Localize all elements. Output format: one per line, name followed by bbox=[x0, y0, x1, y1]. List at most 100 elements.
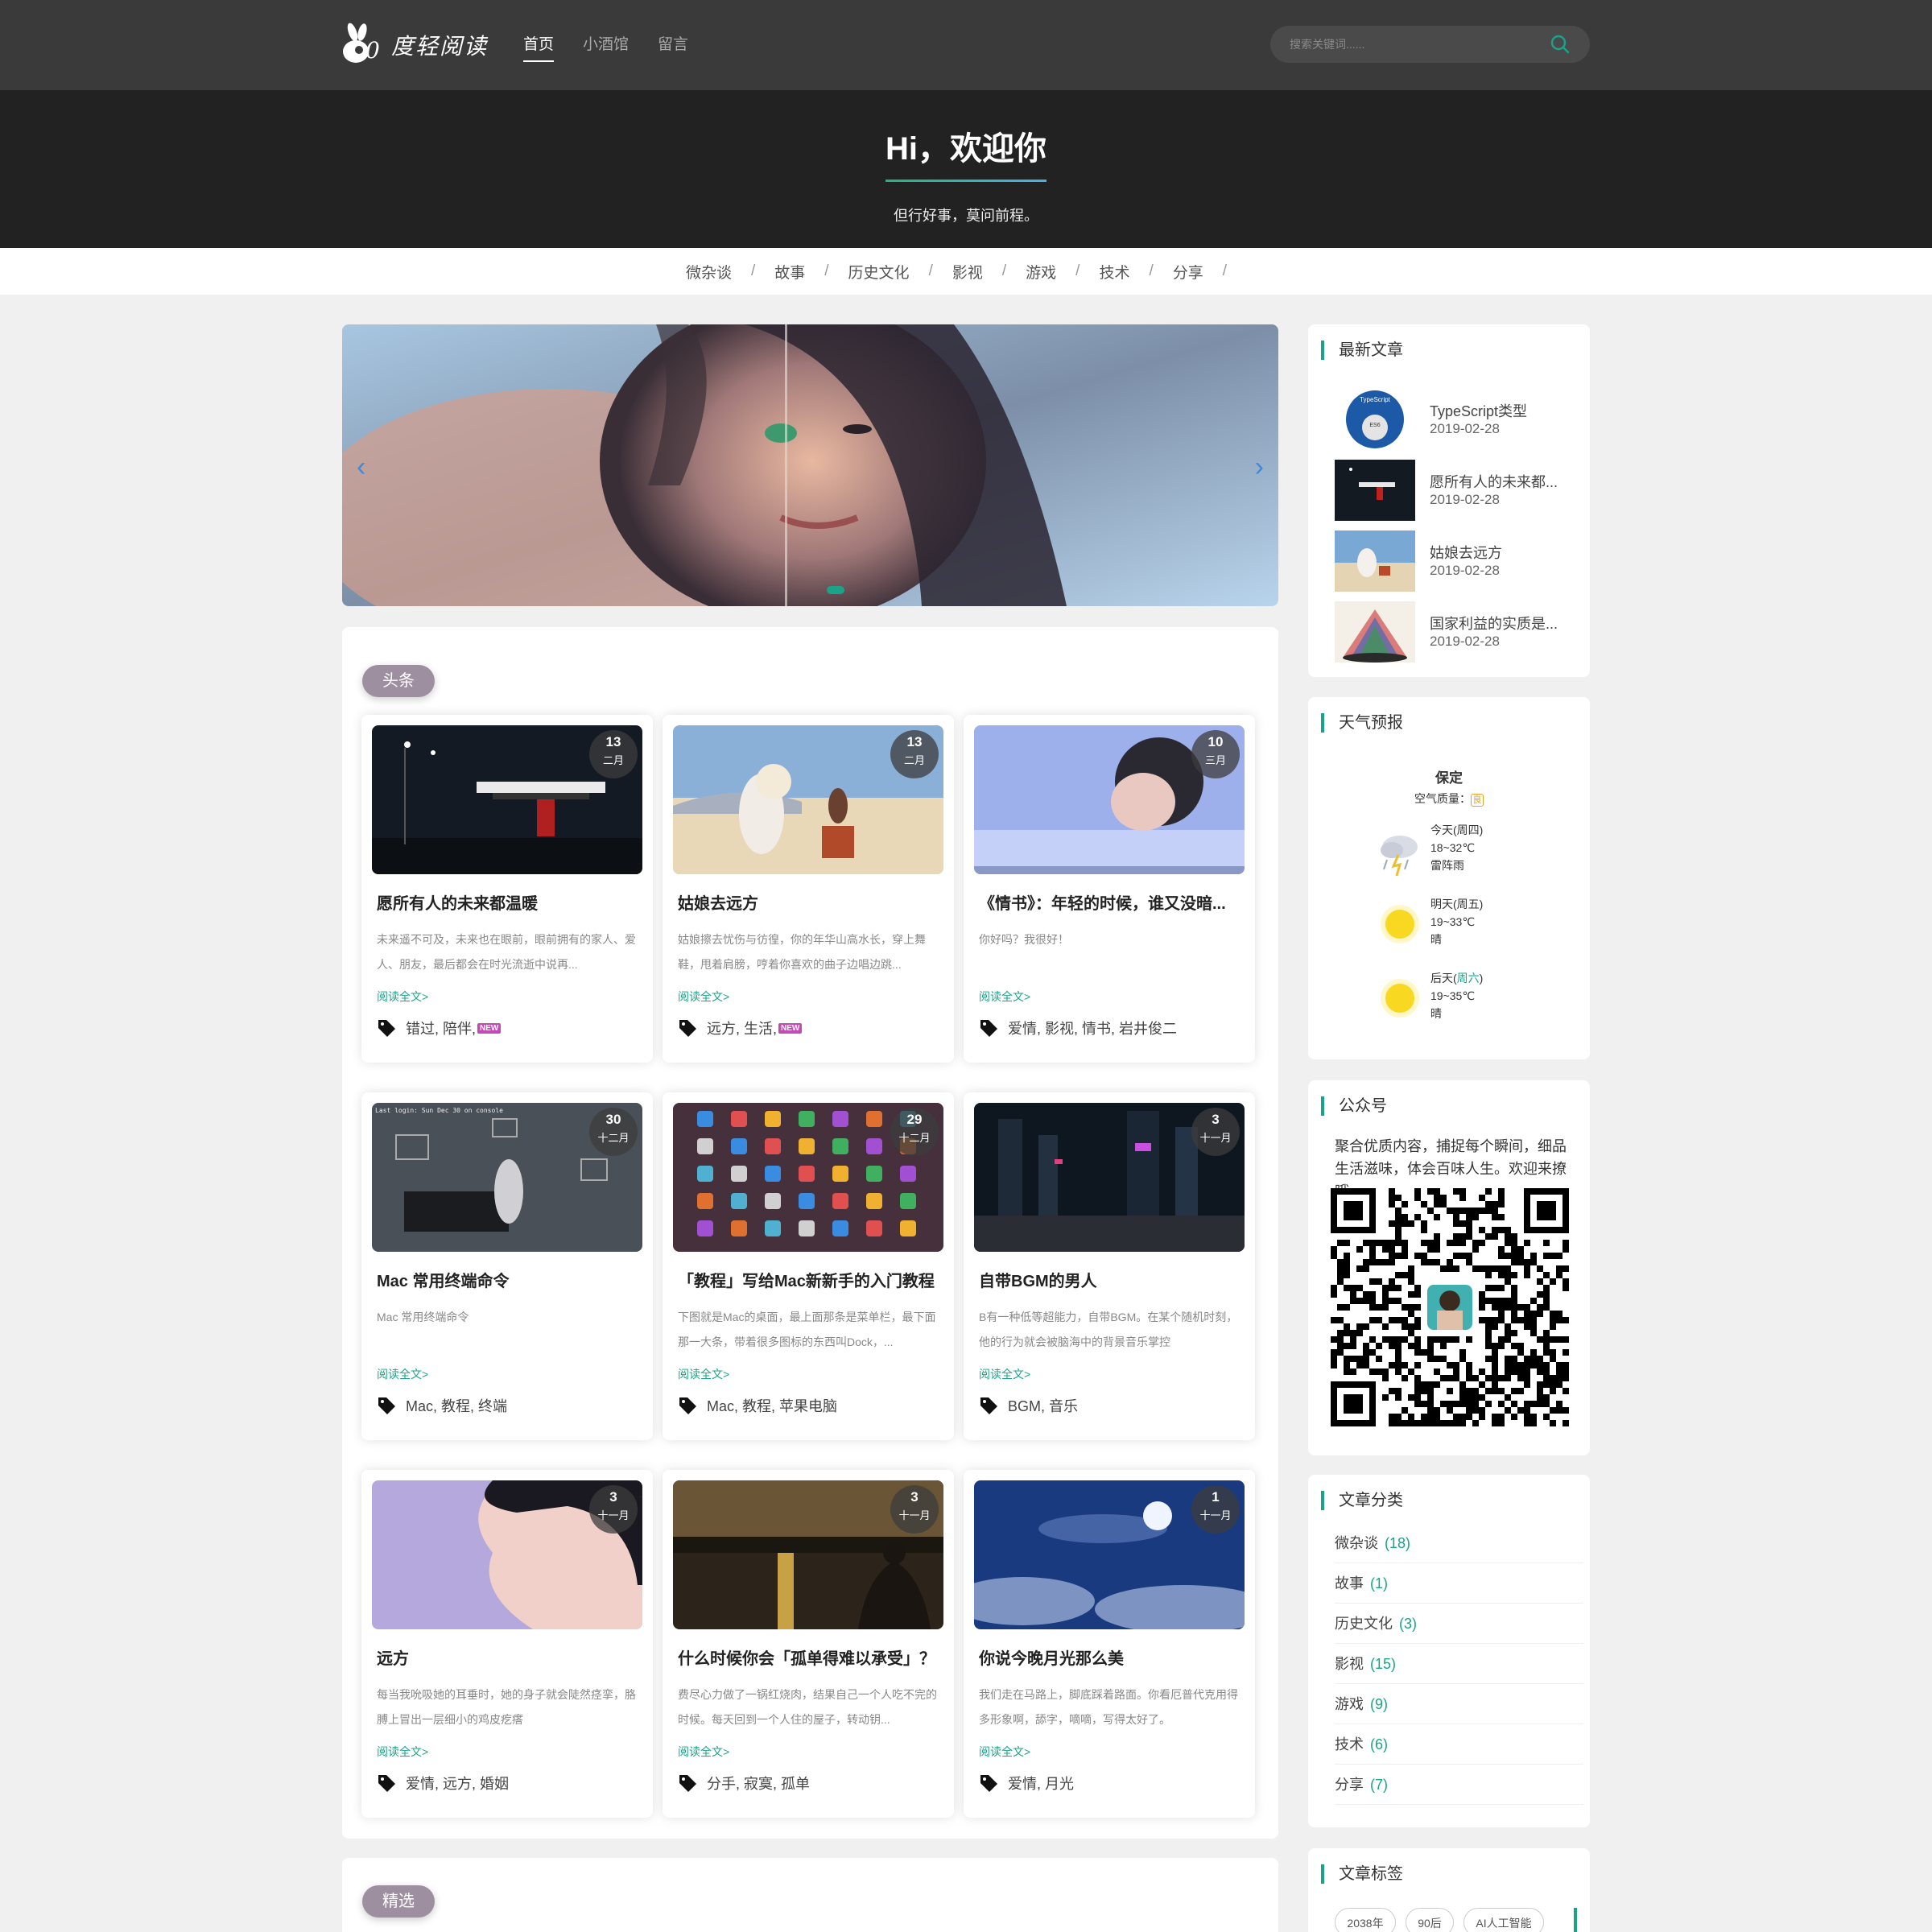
carousel-next-arrow[interactable]: › bbox=[1255, 452, 1264, 483]
article-tag-list[interactable]: 错过, 陪伴, bbox=[406, 1018, 476, 1038]
search-icon[interactable] bbox=[1550, 34, 1571, 55]
read-more-link[interactable]: 阅读全文> bbox=[979, 1744, 1030, 1760]
article-title[interactable]: 「教程」写给Mac新新手的入门教程 bbox=[678, 1268, 939, 1291]
date-badge: 3 十一月 bbox=[890, 1485, 939, 1534]
article-card[interactable]: 3 十一月 什么时候你会「孤单得难以承受」？ 费尽心力做了一锅红烧肉，结果自己一个人吃… bbox=[663, 1470, 954, 1818]
article-title[interactable]: 你说今晚月光那么美 bbox=[979, 1645, 1240, 1669]
category-count-item[interactable]: 故事 (1) bbox=[1335, 1563, 1583, 1604]
article-card[interactable]: 3 十一月自带BGM的男人 B有一种低等超能力，自带BGM。在某个随机时刻，他的行为… bbox=[964, 1092, 1255, 1440]
tags-widget: 文章标签 2038年 90后 AI人工智能 bbox=[1308, 1848, 1590, 1932]
article-card[interactable]: 13 二月 愿所有人的未来都温暖 未来遥不可及，未来也在眼前，眼前拥有的家人、爱人、朋… bbox=[361, 715, 653, 1063]
logo-text: 度轻阅读 bbox=[391, 33, 489, 60]
article-thumbnail[interactable]: 10 三月 bbox=[974, 725, 1245, 874]
article-thumbnail[interactable]: 13 二月 bbox=[673, 725, 943, 874]
category-count-item[interactable]: 游戏 (9) bbox=[1335, 1684, 1583, 1724]
article-title[interactable]: 什么时候你会「孤单得难以承受」？ bbox=[678, 1645, 939, 1669]
recent-item[interactable]: TypeScript ES6 TypeScript类型 2019-02-28 bbox=[1335, 389, 1576, 450]
article-title[interactable]: 远方 bbox=[377, 1645, 638, 1669]
tags-scrollbar[interactable] bbox=[1574, 1908, 1577, 1932]
date-badge: 29 十二月 bbox=[890, 1108, 939, 1156]
read-more-link[interactable]: 阅读全文> bbox=[979, 1366, 1030, 1382]
category-link[interactable]: 影视 bbox=[952, 261, 983, 283]
svg-text:Last login: Sun Dec 30 on cons: Last login: Sun Dec 30 on console bbox=[375, 1107, 503, 1114]
article-card[interactable]: 10 三月 《情书》：年轻的时候，谁又没暗... 你好吗？我很好！ 阅读全文> 爱情, 影… bbox=[964, 715, 1255, 1063]
banner-carousel[interactable]: ‹ › bbox=[342, 324, 1278, 606]
category-count-item[interactable]: 影视 (15) bbox=[1335, 1644, 1583, 1684]
article-tag-list[interactable]: Mac, 教程, 终端 bbox=[406, 1395, 507, 1416]
category-link[interactable]: 故事 bbox=[774, 261, 805, 283]
carousel-dot[interactable] bbox=[827, 586, 844, 594]
category-link[interactable]: 游戏 bbox=[1026, 261, 1056, 283]
tag-icon bbox=[679, 1775, 696, 1792]
aqi-badge: 良 bbox=[1471, 794, 1484, 807]
tags-title: 文章标签 bbox=[1321, 1864, 1403, 1884]
site-logo[interactable]: 0 度轻阅读 bbox=[341, 21, 488, 69]
article-title[interactable]: 姑娘去远方 bbox=[678, 890, 939, 914]
nav-tavern[interactable]: 小酒馆 bbox=[583, 32, 629, 62]
category-count-item[interactable]: 分享 (7) bbox=[1335, 1765, 1583, 1805]
category-count-item[interactable]: 技术 (6) bbox=[1335, 1724, 1583, 1765]
recent-item[interactable]: 国家利益的实质是... 2019-02-28 bbox=[1335, 601, 1576, 663]
category-link[interactable]: 分享 bbox=[1173, 261, 1203, 283]
article-tag-list[interactable]: 爱情, 影视, 情书, 岩井俊二 bbox=[1008, 1018, 1177, 1038]
article-thumbnail[interactable]: 1 十一月 bbox=[974, 1480, 1245, 1629]
article-title[interactable]: 《情书》：年轻的时候，谁又没暗... bbox=[979, 890, 1240, 914]
recent-item[interactable]: 愿所有人的未来都... 2019-02-28 bbox=[1335, 460, 1576, 521]
recent-item[interactable]: 姑娘去远方 2019-02-28 bbox=[1335, 530, 1576, 592]
nav-home[interactable]: 首页 bbox=[523, 32, 555, 62]
article-excerpt: B有一种低等超能力，自带BGM。在某个随机时刻，他的行为就会被脑海中的背景音乐掌… bbox=[979, 1311, 1238, 1348]
category-link[interactable]: 技术 bbox=[1099, 261, 1129, 283]
tag-chip[interactable]: AI人工智能 bbox=[1463, 1908, 1544, 1932]
article-card[interactable]: 29 十二月 「教程」写给Mac新新手的入门教程 下图就是Mac的桌面，最上面那条是菜… bbox=[663, 1092, 954, 1440]
category-count: (3) bbox=[1399, 1616, 1417, 1632]
tag-chip[interactable]: 90后 bbox=[1406, 1908, 1454, 1932]
article-tags: 分手, 寂寞, 孤单 bbox=[678, 1773, 810, 1794]
read-more-link[interactable]: 阅读全文> bbox=[678, 1366, 729, 1382]
nav-message[interactable]: 留言 bbox=[658, 32, 688, 62]
article-title[interactable]: 愿所有人的未来都温暖 bbox=[377, 890, 638, 914]
article-card[interactable]: 1 十一月 你说今晚月光那么美 我们走在马路上，脚底踩着路面。你看厄普代克用得多形象啊… bbox=[964, 1470, 1255, 1818]
recent-thumb bbox=[1335, 601, 1415, 663]
category-link[interactable]: 历史文化 bbox=[848, 261, 910, 283]
carousel-prev-arrow[interactable]: ‹ bbox=[357, 452, 365, 483]
article-thumbnail[interactable]: Last login: Sun Dec 30 on console 30 十二月 bbox=[372, 1103, 642, 1252]
category-separator: / bbox=[1075, 262, 1080, 279]
article-thumbnail[interactable]: 3 十一月 bbox=[372, 1480, 642, 1629]
read-more-link[interactable]: 阅读全文> bbox=[377, 1366, 428, 1382]
article-card[interactable]: 3 十一月 远方 每当我吮吸她的耳垂时，她的身子就会陡然痉挛，胳膊上冒出一层细小的鸡皮… bbox=[361, 1470, 653, 1818]
article-tag-list[interactable]: 远方, 生活, bbox=[707, 1018, 777, 1038]
read-more-link[interactable]: 阅读全文> bbox=[979, 989, 1030, 1005]
forecast-label-suffix: ) bbox=[1479, 972, 1484, 985]
read-more-link[interactable]: 阅读全文> bbox=[678, 1744, 729, 1760]
article-thumbnail[interactable]: 13 二月 bbox=[372, 725, 642, 874]
article-tag-list[interactable]: Mac, 教程, 苹果电脑 bbox=[707, 1395, 837, 1416]
search-input[interactable] bbox=[1290, 38, 1550, 51]
category-count-item[interactable]: 微杂谈 (18) bbox=[1335, 1523, 1583, 1563]
tag-chip[interactable]: 2038年 bbox=[1335, 1908, 1396, 1932]
top-navbar: 0 度轻阅读 首页 小酒馆 留言 bbox=[0, 0, 1932, 90]
article-tags: BGM, 音乐 bbox=[979, 1395, 1078, 1416]
article-card[interactable]: Last login: Sun Dec 30 on console 30 十二月 Ma… bbox=[361, 1092, 653, 1440]
category-count: (15) bbox=[1370, 1656, 1397, 1672]
article-thumbnail[interactable]: 29 十二月 bbox=[673, 1103, 943, 1252]
article-tags: 爱情, 远方, 婚姻 bbox=[377, 1773, 509, 1794]
category-count-item[interactable]: 历史文化 (3) bbox=[1335, 1604, 1583, 1644]
date-day: 10 bbox=[1208, 734, 1224, 749]
article-tag-list[interactable]: 分手, 寂寞, 孤单 bbox=[707, 1773, 810, 1794]
article-tag-list[interactable]: 爱情, 远方, 婚姻 bbox=[406, 1773, 509, 1794]
article-tag-list[interactable]: 爱情, 月光 bbox=[1008, 1773, 1074, 1794]
category-separator: / bbox=[928, 262, 933, 279]
category-link[interactable]: 微杂谈 bbox=[686, 261, 732, 283]
date-month: 十一月 bbox=[1199, 1509, 1232, 1521]
read-more-link[interactable]: 阅读全文> bbox=[678, 989, 729, 1005]
new-badge: NEW bbox=[477, 1022, 502, 1034]
article-thumbnail[interactable]: 3 十一月 bbox=[974, 1103, 1245, 1252]
article-title[interactable]: Mac 常用终端命令 bbox=[377, 1268, 638, 1291]
article-card[interactable]: 13 二月 姑娘去远方 姑娘擦去忧伤与彷徨，你的年华山高水长，穿上舞鞋，甩着肩膀，哼着… bbox=[663, 715, 954, 1063]
article-tag-list[interactable]: BGM, 音乐 bbox=[1008, 1395, 1078, 1416]
read-more-link[interactable]: 阅读全文> bbox=[377, 1744, 428, 1760]
article-title[interactable]: 自带BGM的男人 bbox=[979, 1268, 1240, 1291]
read-more-link[interactable]: 阅读全文> bbox=[377, 989, 428, 1005]
banner-image bbox=[342, 324, 1278, 606]
article-thumbnail[interactable]: 3 十一月 bbox=[673, 1480, 943, 1629]
